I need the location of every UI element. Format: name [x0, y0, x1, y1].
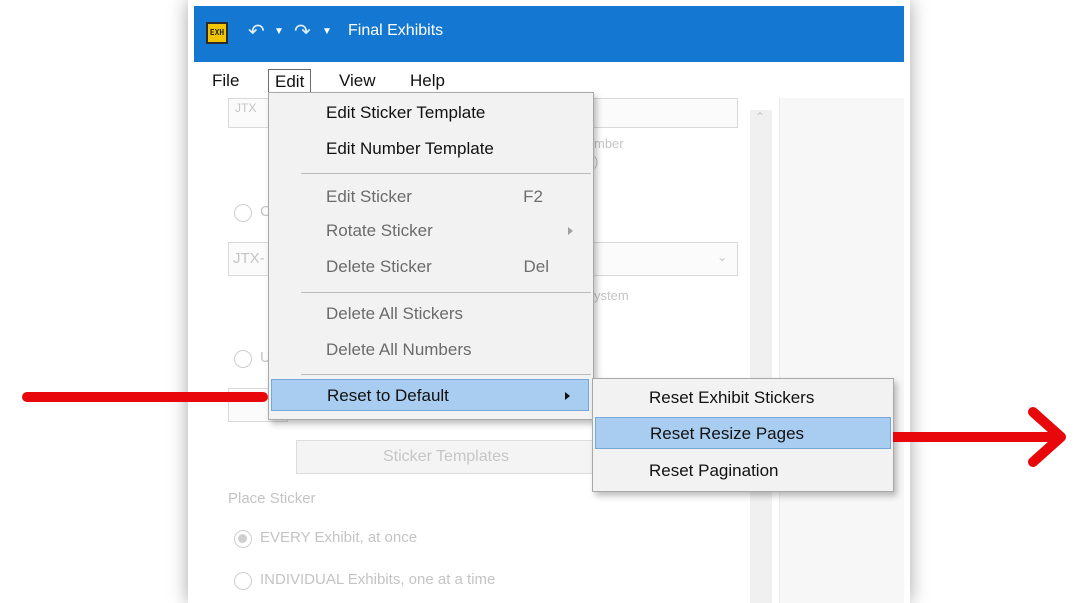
menu-item-label: Rotate Sticker: [326, 221, 433, 240]
app-icon: EXH: [206, 22, 228, 44]
submenu-arrow-icon: [568, 227, 573, 235]
annotation-arrow-right: [888, 402, 1073, 472]
menu-item-edit-number-template[interactable]: Edit Number Template: [271, 133, 591, 165]
menu-separator: [301, 374, 591, 375]
radio-option-u[interactable]: [234, 350, 252, 368]
submenu-arrow-icon: [565, 392, 570, 400]
menu-item-label: Edit Sticker: [326, 187, 412, 206]
menu-item-delete-all-numbers[interactable]: Delete All Numbers: [271, 334, 591, 366]
menu-file[interactable]: File: [206, 69, 245, 95]
menu-item-shortcut: F2: [523, 187, 543, 206]
dropdown-value: JTX-: [233, 250, 265, 267]
hint-text-2: ): [594, 154, 599, 169]
redo-dropdown-icon[interactable]: ▼: [322, 26, 332, 37]
menu-item-shortcut: Del: [523, 257, 549, 276]
undo-icon[interactable]: ↶: [248, 20, 265, 44]
menu-item-reset-exhibit-stickers[interactable]: Reset Exhibit Stickers: [595, 382, 891, 414]
place-sticker-label: Place Sticker: [228, 490, 316, 507]
menu-item-edit-sticker[interactable]: Edit Sticker F2: [271, 181, 591, 213]
title-bar: EXH ↶ ▼ ↷ ▼ Final Exhibits: [194, 6, 904, 62]
menu-item-label: Delete Sticker: [326, 257, 432, 276]
redo-icon[interactable]: ↷: [294, 20, 311, 44]
menu-item-delete-sticker[interactable]: Delete Sticker Del: [271, 251, 591, 283]
chevron-down-icon: ⌄: [717, 250, 728, 264]
scroll-up-icon[interactable]: ⌃: [755, 110, 765, 124]
menu-item-rotate-sticker[interactable]: Rotate Sticker: [271, 215, 591, 247]
sticker-templates-button[interactable]: Sticker Templates: [296, 440, 596, 474]
hint-text: mber: [594, 136, 624, 151]
radio-individual-exhibits-label: INDIVIDUAL Exhibits, one at a time: [260, 571, 496, 588]
menu-item-reset-resize-pages[interactable]: Reset Resize Pages: [595, 417, 891, 449]
menu-item-label: Reset to Default: [327, 386, 449, 405]
menu-item-label: Reset Resize Pages: [650, 424, 805, 443]
menu-item-label: Reset Exhibit Stickers: [649, 388, 815, 407]
radio-option-c[interactable]: [234, 204, 252, 222]
menu-item-label: Reset Pagination: [649, 461, 779, 480]
menu-item-reset-to-default[interactable]: Reset to Default: [271, 379, 589, 411]
scrollbar[interactable]: ⌃: [750, 110, 772, 603]
menu-item-reset-pagination[interactable]: Reset Pagination: [595, 455, 891, 487]
annotation-arrow-left: [22, 392, 268, 402]
field-prefix-text: JTX: [235, 101, 257, 115]
menu-item-label: Delete All Stickers: [326, 304, 463, 323]
radio-every-exhibit-label: EVERY Exhibit, at once: [260, 529, 418, 546]
radio-individual-exhibits[interactable]: [234, 572, 252, 590]
menu-item-label: Edit Sticker Template: [326, 103, 486, 122]
menu-item-delete-all-stickers[interactable]: Delete All Stickers: [271, 298, 591, 330]
arrow-right-icon: [888, 407, 1066, 467]
reset-submenu: Reset Exhibit Stickers Reset Resize Page…: [592, 378, 894, 492]
menu-item-edit-sticker-template[interactable]: Edit Sticker Template: [271, 97, 591, 129]
menu-item-label: Edit Number Template: [326, 139, 494, 158]
menu-separator: [301, 292, 591, 293]
edit-menu: Edit Sticker Template Edit Number Templa…: [268, 92, 594, 420]
radio-every-exhibit[interactable]: [234, 530, 252, 548]
preview-pane: [779, 98, 904, 603]
menu-item-label: Delete All Numbers: [326, 340, 472, 359]
hint-text-3: ystem: [594, 288, 629, 303]
undo-dropdown-icon[interactable]: ▼: [274, 26, 284, 37]
menu-separator: [301, 173, 591, 174]
window-title: Final Exhibits: [348, 22, 444, 39]
